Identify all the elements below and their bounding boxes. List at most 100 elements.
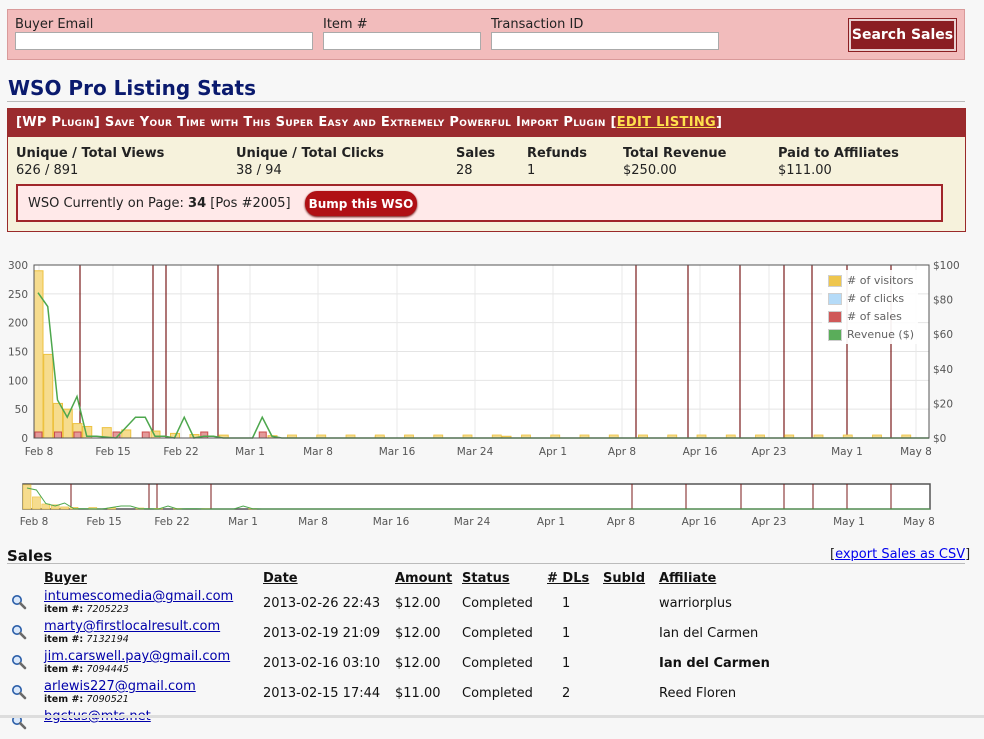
sale-dls: 1: [562, 626, 570, 641]
legend-visitors-label: # of visitors: [847, 274, 913, 287]
listing-title-bar: [WP Plugin] Save Your Time with This Sup…: [8, 109, 965, 137]
col-affiliate[interactable]: Affiliate: [659, 571, 716, 586]
search-sales-button[interactable]: Search Sales: [849, 19, 956, 51]
overview-x-tick: Apr 16: [682, 516, 717, 528]
x-tick: Mar 16: [379, 446, 416, 458]
sale-date: 2013-02-19 21:09: [263, 626, 380, 641]
stat-affiliates-label: Paid to Affiliates: [778, 146, 899, 161]
sale-status: Completed: [462, 626, 533, 641]
sale-amount: $12.00: [395, 596, 441, 611]
overview-x-tick: Mar 1: [228, 516, 258, 528]
magnifier-icon[interactable]: [11, 684, 27, 700]
item-number-group: Item #: [323, 17, 481, 50]
x-tick: Feb 15: [95, 446, 130, 458]
buyer-email-group: Buyer Email: [15, 17, 313, 50]
overview-visitor-bar: [32, 497, 40, 509]
legend-clicks-label: # of clicks: [847, 292, 904, 305]
item-number-value: 7090521: [87, 694, 129, 705]
col-subid[interactable]: SubId: [603, 571, 645, 586]
table-row: arlewis227@gmail.comitem #: 7090521 2013-…: [0, 679, 984, 709]
stat-sales-label: Sales: [456, 146, 495, 161]
col-status[interactable]: Status: [462, 571, 510, 586]
stat-clicks: Unique / Total Clicks 38 / 94: [236, 146, 384, 178]
y-right-tick: $100: [933, 260, 960, 272]
buyer-email-link[interactable]: marty@firstlocalresult.com: [44, 619, 220, 634]
export-csv-link[interactable]: export Sales as CSV: [835, 547, 965, 562]
chart-legend: # of visitors # of clicks # of sales Rev…: [822, 270, 918, 344]
legend-revenue-swatch: [828, 329, 842, 341]
magnifier-icon[interactable]: [11, 654, 27, 670]
col-amount[interactable]: Amount: [395, 571, 452, 586]
transaction-id-label: Transaction ID: [491, 17, 719, 32]
legend-revenue-label: Revenue ($): [847, 328, 914, 341]
x-tick: Mar 8: [303, 446, 333, 458]
y-right-tick: $0: [933, 433, 946, 445]
overview-x-tick: Apr 1: [537, 516, 565, 528]
sales-bar: [35, 432, 42, 438]
y-left-tick: 250: [8, 289, 28, 301]
col-date[interactable]: Date: [263, 571, 298, 586]
page-position-text: WSO Currently on Page: 34 [Pos #2005]: [28, 196, 291, 211]
item-number-label: Item #: [323, 17, 481, 32]
x-tick: Feb 8: [25, 446, 54, 458]
y-right-tick: $20: [933, 398, 953, 410]
edit-listing-link[interactable]: EDIT LISTING: [617, 115, 716, 130]
overview-x-tick: Feb 8: [20, 516, 49, 528]
col-dls[interactable]: # DLs: [547, 571, 589, 586]
sale-date: 2013-02-16 03:10: [263, 656, 380, 671]
sale-dls: 1: [562, 656, 570, 671]
stat-refunds-value: 1: [527, 163, 587, 178]
stat-sales-value: 28: [456, 163, 495, 178]
overview-x-tick: Feb 15: [86, 516, 121, 528]
overview-x-tick: Apr 8: [607, 516, 635, 528]
page-position-prefix: WSO Currently on Page:: [28, 196, 188, 211]
overview-x-tick: May 8: [903, 516, 935, 528]
y-right-tick: $80: [933, 295, 953, 307]
x-tick: Apr 23: [752, 446, 787, 458]
legend-sales: # of sales: [828, 310, 902, 324]
sales-bar: [142, 432, 149, 438]
overview-chart[interactable]: Feb 8Feb 15Feb 22Mar 1Mar 8Mar 16Mar 24A…: [0, 480, 984, 530]
y-left-tick: 150: [8, 347, 28, 359]
page-title: WSO Pro Listing Stats: [8, 76, 256, 100]
y-left-tick: 200: [8, 318, 28, 330]
sale-date: 2013-02-26 22:43: [263, 596, 380, 611]
transaction-id-input[interactable]: [491, 32, 719, 50]
stat-refunds: Refunds 1: [527, 146, 587, 178]
magnifier-icon[interactable]: [11, 624, 27, 640]
export-csv: [export Sales as CSV]: [830, 547, 970, 562]
buyer-email-link[interactable]: jim.carswell.pay@gmail.com: [44, 649, 230, 664]
listing-title-end: ]: [716, 115, 722, 130]
sale-amount: $11.00: [395, 686, 441, 701]
listing-stats-panel: [WP Plugin] Save Your Time with This Sup…: [7, 108, 966, 232]
sale-affiliate: warriorplus: [659, 596, 732, 611]
overview-x-tick: Mar 8: [298, 516, 328, 528]
magnifier-icon[interactable]: [11, 594, 27, 610]
table-row: marty@firstlocalresult.comitem #: 713219…: [0, 619, 984, 649]
legend-sales-swatch: [828, 311, 842, 323]
stat-views-value: 626 / 891: [16, 163, 164, 178]
bump-wso-button[interactable]: Bump this WSO: [305, 191, 417, 216]
item-number: item #: 7132194: [44, 634, 129, 645]
stat-clicks-value: 38 / 94: [236, 163, 384, 178]
overview-area: [23, 484, 930, 509]
stat-revenue-value: $250.00: [623, 163, 727, 178]
buyer-email-link[interactable]: arlewis227@gmail.com: [44, 679, 196, 694]
sale-status: Completed: [462, 596, 533, 611]
item-number-input[interactable]: [323, 32, 481, 50]
overview-visitor-bar: [61, 507, 69, 509]
buyer-email-link[interactable]: intumescomedia@gmail.com: [44, 589, 233, 604]
x-tick: Apr 16: [683, 446, 718, 458]
item-prefix: item #:: [44, 664, 87, 675]
buyer-email-input[interactable]: [15, 32, 313, 50]
transaction-id-group: Transaction ID: [491, 17, 719, 50]
item-number-value: 7132194: [87, 634, 129, 645]
item-prefix: item #:: [44, 604, 87, 615]
item-number: item #: 7090521: [44, 694, 129, 705]
legend-visitors: # of visitors: [828, 274, 913, 288]
page-number: 34: [188, 196, 206, 211]
stat-sales: Sales 28: [456, 146, 495, 178]
sale-date: 2013-02-15 17:44: [263, 686, 380, 701]
x-tick: Mar 1: [235, 446, 265, 458]
col-buyer[interactable]: Buyer: [44, 571, 87, 586]
